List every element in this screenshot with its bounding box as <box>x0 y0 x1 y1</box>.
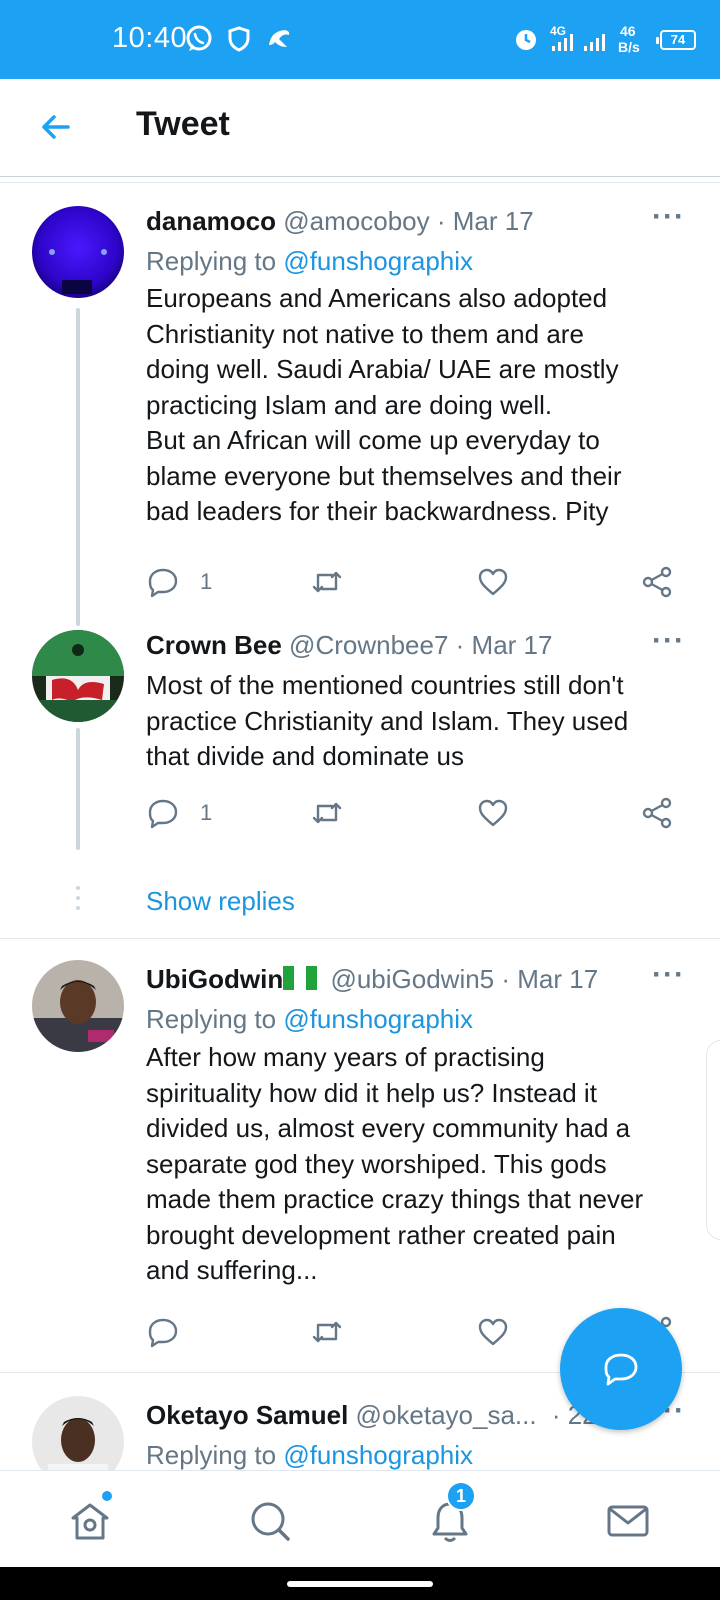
messages-icon[interactable] <box>602 1495 654 1547</box>
retweet-button[interactable] <box>310 562 344 602</box>
home-gesture-bar[interactable] <box>287 1581 433 1587</box>
notifications-icon[interactable]: 1 <box>424 1481 476 1547</box>
like-button[interactable] <box>476 1312 510 1352</box>
user-handle[interactable]: @oketayo_sa... <box>356 1400 537 1430</box>
mention-link[interactable]: @funshographix <box>283 1004 473 1034</box>
like-button[interactable] <box>476 793 510 833</box>
arrow-left-icon[interactable] <box>36 107 76 147</box>
reply-count: 1 <box>200 800 213 825</box>
reply-button[interactable]: 1 <box>146 793 212 833</box>
user-name[interactable]: danamoco <box>146 206 276 236</box>
divider <box>0 938 720 939</box>
tweet-date: · Mar 17 <box>455 630 553 660</box>
mention-link[interactable]: @funshographix <box>283 1440 473 1470</box>
reply-count: 1 <box>200 569 213 594</box>
retweet-icon <box>312 571 342 593</box>
replying-to: Replying to @funshographix <box>146 1440 473 1470</box>
compose-reply-button[interactable] <box>560 1308 682 1430</box>
heart-icon <box>478 1318 508 1346</box>
user-name[interactable]: Crown Bee <box>146 630 282 660</box>
whatsapp-icon <box>182 24 216 54</box>
net-speed-value: 46 <box>620 23 636 39</box>
notification-badge: 1 <box>446 1481 476 1511</box>
user-name[interactable]: UbiGodwin <box>146 964 283 994</box>
home-indicator-dot <box>102 1491 112 1501</box>
tweet-header: UbiGodwin @ubiGodwin5 · Mar 17 <box>146 964 598 997</box>
reply-icon <box>148 568 178 598</box>
replying-to: Replying to @funshographix <box>146 246 473 277</box>
nigeria-flag-icon <box>283 966 318 997</box>
user-name[interactable]: Oketayo Samuel <box>146 1400 348 1430</box>
tweet-text: After how many years of practising spiri… <box>146 1042 644 1285</box>
share-icon <box>642 566 672 598</box>
thread-line <box>76 308 80 626</box>
signal-icon <box>550 32 576 52</box>
user-handle[interactable]: @amocoboy <box>283 206 429 236</box>
replying-prefix: Replying to <box>146 1440 284 1470</box>
tweet-actions: 1 <box>146 793 696 833</box>
retweet-icon <box>312 802 342 824</box>
tweet-date: · Mar 17 <box>501 964 599 994</box>
avatar[interactable] <box>32 206 124 298</box>
heart-icon <box>478 568 508 596</box>
search-icon[interactable] <box>244 1495 296 1547</box>
replying-prefix: Replying to <box>146 246 284 276</box>
share-icon <box>642 797 672 829</box>
reply-button[interactable]: 1 <box>146 562 212 602</box>
battery-icon: 74 <box>656 30 696 50</box>
thread-dots <box>76 886 80 916</box>
reply-icon <box>148 1318 178 1348</box>
share-button[interactable] <box>640 793 674 833</box>
alarm-icon <box>512 24 540 54</box>
retweet-icon <box>312 1321 342 1343</box>
tweet-header: danamoco @amocoboy · Mar 17 <box>146 206 534 237</box>
replying-prefix: Replying to <box>146 1004 284 1034</box>
mention-link[interactable]: @funshographix <box>283 246 473 276</box>
retweet-button[interactable] <box>310 1312 344 1352</box>
heart-icon <box>478 799 508 827</box>
show-replies-link[interactable]: Show replies <box>146 886 295 917</box>
top-bar: Tweet <box>0 79 720 177</box>
home-icon[interactable] <box>64 1491 116 1547</box>
like-button[interactable] <box>476 562 510 602</box>
signal-icon-2 <box>582 32 608 52</box>
more-options-icon[interactable]: ··· <box>652 624 685 658</box>
dolphin-icon <box>264 24 294 54</box>
user-handle[interactable]: @Crownbee7 <box>289 630 448 660</box>
tweet-actions: 1 <box>146 562 696 602</box>
more-options-icon[interactable]: ··· <box>652 958 685 992</box>
system-nav-bar <box>0 1567 720 1600</box>
avatar[interactable] <box>32 1396 124 1470</box>
reply-icon <box>148 799 178 829</box>
replying-to: Replying to @funshographix <box>146 1004 473 1035</box>
retweet-button[interactable] <box>310 793 344 833</box>
status-bar: 10:40 4G 46 B/s 74 <box>0 0 720 79</box>
thread-line <box>76 728 80 850</box>
share-button[interactable] <box>640 562 674 602</box>
avatar[interactable] <box>32 960 124 1052</box>
divider <box>0 182 720 183</box>
tweet-text: Europeans and Americans also adopted Chr… <box>146 283 622 526</box>
page-title: Tweet <box>136 105 230 143</box>
edge-panel-handle[interactable] <box>706 1040 720 1240</box>
reply-bubble-icon <box>604 1353 638 1386</box>
tweet-text: Most of the mentioned countries still do… <box>146 670 629 771</box>
tweet-header: Oketayo Samuel @oketayo_sa... · 22 <box>146 1400 597 1431</box>
reply-button[interactable] <box>146 1312 180 1352</box>
tweet-header: Crown Bee @Crownbee7 · Mar 17 <box>146 630 552 661</box>
net-speed-unit: B/s <box>618 39 640 55</box>
user-handle[interactable]: @ubiGodwin5 <box>330 964 494 994</box>
tweet-date: · Mar 17 <box>436 206 534 236</box>
status-time: 10:40 <box>112 22 188 54</box>
shield-icon <box>226 24 252 54</box>
more-options-icon[interactable]: ··· <box>652 200 685 234</box>
bottom-navigation: 1 <box>0 1470 720 1567</box>
avatar[interactable] <box>32 630 124 722</box>
